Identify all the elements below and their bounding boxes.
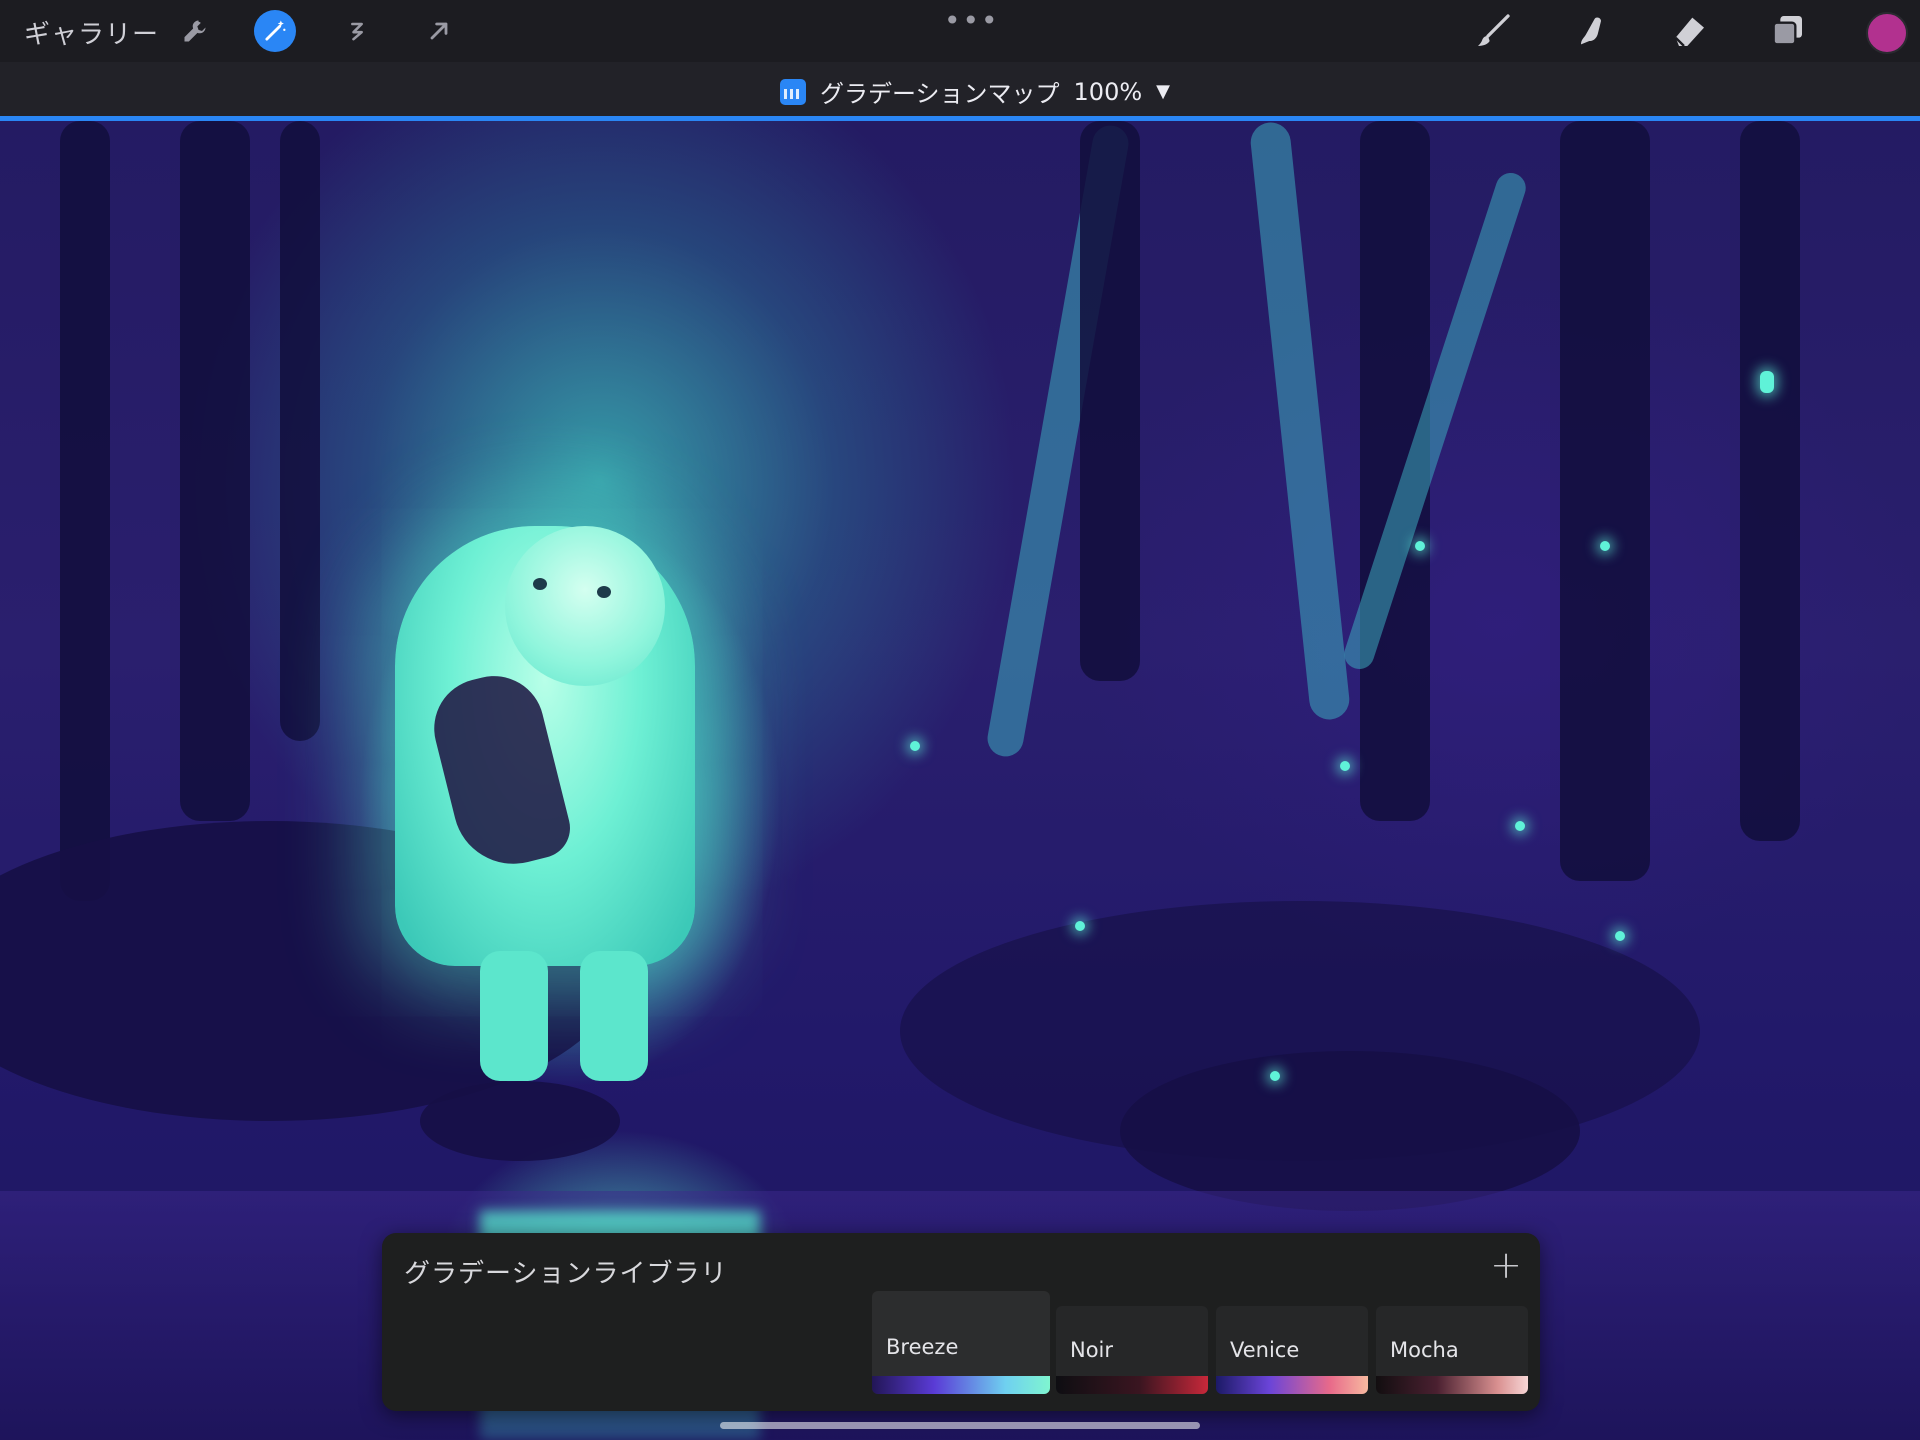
- smudge-icon[interactable]: [1568, 8, 1614, 54]
- gradient-card-breeze[interactable]: Breeze: [872, 1291, 1050, 1394]
- adjustment-header[interactable]: グラデーションマップ 100% ▼: [0, 62, 1920, 116]
- gradient-card-noir[interactable]: Noir: [1056, 1306, 1208, 1394]
- bamboo-trunk: [60, 121, 110, 901]
- firefly: [910, 741, 920, 751]
- bamboo-trunk: [1248, 121, 1352, 722]
- firefly: [1075, 921, 1085, 931]
- adjustment-percent: 100%: [1073, 77, 1143, 106]
- magic-wand-icon[interactable]: [254, 10, 296, 52]
- firefly: [1615, 931, 1625, 941]
- firefly: [1760, 371, 1774, 393]
- creature-leg: [480, 951, 548, 1081]
- color-swatch[interactable]: [1866, 12, 1908, 54]
- gradient-preview: [1376, 1376, 1528, 1394]
- chevron-down-icon[interactable]: ▼: [1156, 81, 1170, 102]
- home-indicator[interactable]: [720, 1422, 1200, 1429]
- creature-leg: [580, 951, 648, 1081]
- adjustment-name: グラデーションマップ: [820, 80, 1060, 108]
- top-toolbar: ギャラリー •••: [0, 0, 1920, 62]
- gradient-name: Noir: [1070, 1338, 1114, 1362]
- bamboo-trunk: [180, 121, 250, 821]
- creature-eye: [597, 586, 611, 598]
- gallery-button[interactable]: ギャラリー: [24, 14, 159, 51]
- gradient-preview: [1216, 1376, 1368, 1394]
- add-gradient-button[interactable]: +: [1490, 1243, 1522, 1287]
- bamboo-trunk: [1080, 121, 1140, 681]
- gradient-name: Mocha: [1390, 1338, 1459, 1362]
- gradient-name: Breeze: [886, 1335, 959, 1359]
- firefly: [1415, 541, 1425, 551]
- firefly: [1600, 541, 1610, 551]
- bamboo-trunk: [1560, 121, 1650, 881]
- creature-eye: [533, 578, 547, 590]
- rock: [420, 1081, 620, 1161]
- layers-icon[interactable]: [1764, 8, 1810, 54]
- eraser-icon[interactable]: [1666, 8, 1712, 54]
- creature-head: [505, 526, 665, 686]
- gradient-card-mocha[interactable]: Mocha: [1376, 1306, 1528, 1394]
- gradient-map-icon: [780, 78, 806, 105]
- transform-arrow-icon[interactable]: [418, 10, 460, 52]
- gradient-name: Venice: [1230, 1338, 1300, 1362]
- panel-title: グラデーションライブラリ: [404, 1259, 728, 1289]
- gradient-library-panel: グラデーションライブラリ + Breeze Noir Venice Mocha: [382, 1233, 1540, 1411]
- firefly: [1270, 1071, 1280, 1081]
- firefly: [1340, 761, 1350, 771]
- rock: [1120, 1051, 1580, 1211]
- gradient-preview: [872, 1376, 1050, 1394]
- brush-icon[interactable]: [1470, 8, 1516, 54]
- bamboo-trunk: [1740, 121, 1800, 841]
- bamboo-trunk: [280, 121, 320, 741]
- gradient-card-venice[interactable]: Venice: [1216, 1306, 1368, 1394]
- gradient-preview: [1056, 1376, 1208, 1394]
- wrench-icon[interactable]: [174, 10, 216, 52]
- more-options-icon[interactable]: •••: [944, 4, 1000, 37]
- selection-icon[interactable]: [336, 10, 378, 52]
- firefly: [1515, 821, 1525, 831]
